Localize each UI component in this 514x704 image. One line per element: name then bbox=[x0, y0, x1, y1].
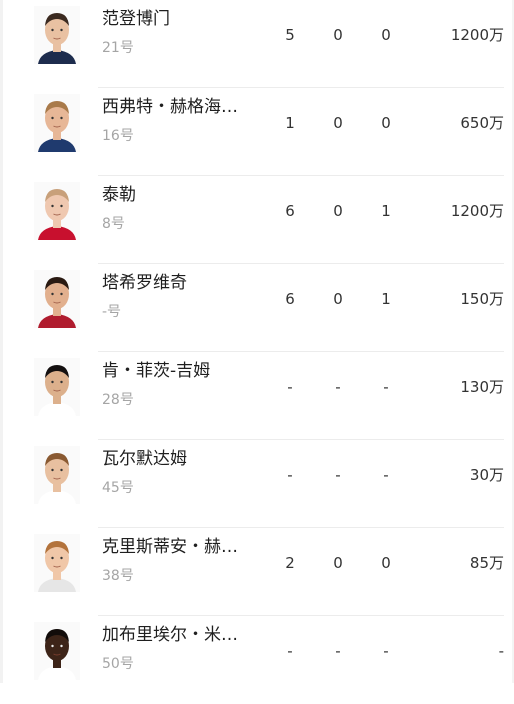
appearances: 5 bbox=[285, 26, 295, 44]
player-avatar bbox=[34, 182, 80, 240]
market-value: 1200万 bbox=[450, 202, 504, 220]
appearances: 1 bbox=[285, 114, 295, 132]
player-row[interactable]: 肯・菲茨-吉姆 28号 - - - 130万 bbox=[0, 352, 514, 440]
appearances: 6 bbox=[285, 290, 295, 308]
market-value: 150万 bbox=[460, 290, 504, 308]
player-avatar bbox=[34, 358, 80, 416]
market-value: - bbox=[498, 642, 504, 660]
player-name: 泰勒 bbox=[102, 185, 136, 205]
player-row[interactable]: 塔希罗维奇 -号 6 0 1 150万 bbox=[0, 264, 514, 352]
goals: - bbox=[335, 466, 341, 484]
market-value: 130万 bbox=[460, 378, 504, 396]
player-name: 克里斯蒂安・赫… bbox=[102, 537, 238, 557]
appearances: 2 bbox=[285, 554, 295, 572]
player-number: 28号 bbox=[102, 392, 134, 408]
player-name: 加布里埃尔・米… bbox=[102, 625, 238, 645]
market-value: 650万 bbox=[460, 114, 504, 132]
player-avatar bbox=[34, 622, 80, 680]
player-name: 范登博门 bbox=[102, 9, 170, 29]
appearances: 6 bbox=[285, 202, 295, 220]
goals: 0 bbox=[333, 290, 343, 308]
player-name: 肯・菲茨-吉姆 bbox=[102, 361, 211, 381]
market-value: 85万 bbox=[469, 554, 504, 572]
player-row[interactable]: 克里斯蒂安・赫… 38号 2 0 0 85万 bbox=[0, 528, 514, 616]
player-row[interactable]: 西弗特・赫格海… 16号 1 0 0 650万 bbox=[0, 88, 514, 176]
market-value: 30万 bbox=[469, 466, 504, 484]
player-number: 21号 bbox=[102, 40, 134, 56]
goals: 0 bbox=[333, 202, 343, 220]
goals: - bbox=[335, 378, 341, 396]
player-number: 8号 bbox=[102, 216, 125, 232]
goals: 0 bbox=[333, 554, 343, 572]
player-row[interactable]: 泰勒 8号 6 0 1 1200万 bbox=[0, 176, 514, 264]
appearances: - bbox=[287, 466, 293, 484]
goals: - bbox=[335, 642, 341, 660]
player-number: 45号 bbox=[102, 480, 134, 496]
player-avatar bbox=[34, 6, 80, 64]
player-avatar bbox=[34, 446, 80, 504]
goals: 0 bbox=[333, 26, 343, 44]
player-avatar bbox=[34, 270, 80, 328]
player-number: 16号 bbox=[102, 128, 134, 144]
player-avatar bbox=[34, 534, 80, 592]
appearances: - bbox=[287, 642, 293, 660]
player-row[interactable]: 加布里埃尔・米… 50号 - - - - bbox=[0, 616, 514, 704]
player-avatar bbox=[34, 94, 80, 152]
player-name: 瓦尔默达姆 bbox=[102, 449, 187, 469]
player-name: 西弗特・赫格海… bbox=[102, 97, 238, 117]
player-number: 50号 bbox=[102, 656, 134, 672]
player-row[interactable]: 范登博门 21号 5 0 0 1200万 bbox=[0, 0, 514, 88]
player-name: 塔希罗维奇 bbox=[102, 273, 187, 293]
market-value: 1200万 bbox=[450, 26, 504, 44]
appearances: - bbox=[287, 378, 293, 396]
player-number: 38号 bbox=[102, 568, 134, 584]
goals: 0 bbox=[333, 114, 343, 132]
player-row[interactable]: 瓦尔默达姆 45号 - - - 30万 bbox=[0, 440, 514, 528]
player-number: -号 bbox=[102, 304, 122, 320]
